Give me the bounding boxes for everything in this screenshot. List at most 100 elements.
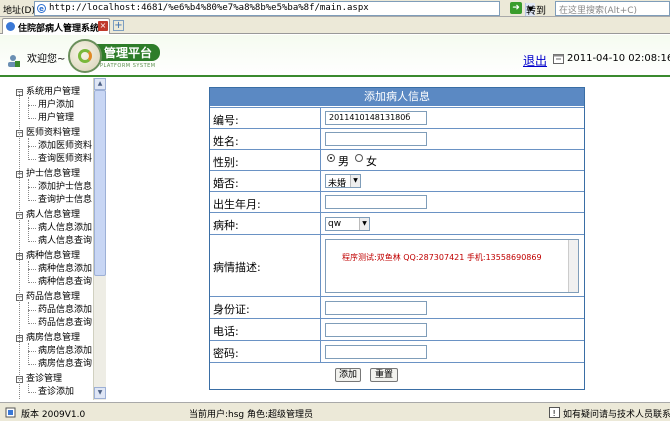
gender-male-radio[interactable]	[327, 154, 335, 162]
close-tab-icon[interactable]: ×	[98, 21, 108, 31]
sidebar-item[interactable]: 病种信息添加	[0, 263, 93, 276]
married-select[interactable]: 未婚 ▼	[325, 174, 361, 189]
app-header: 欢迎您~ 管理平台 PLATFORM SYSTEM 退出 2011-04-10 …	[0, 35, 670, 77]
nav-tree: − 系统用户管理 用户添加 用户管理 − 医师资料管理 添加医师资料查询医师资料 − 护士信息管…	[0, 78, 93, 400]
sidebar-item-label: 药品信息添加	[38, 305, 93, 315]
phone-label: 电话:	[213, 325, 239, 338]
tree-connector	[28, 343, 29, 365]
row-disease: 病种: qw ▼	[210, 212, 584, 234]
tab-strip: 住院部病人管理系统 × +	[0, 17, 670, 34]
row-married: 婚否: 未婚 ▼	[210, 170, 584, 191]
sidebar-item-label: 病人信息添加	[38, 223, 93, 233]
sidebar-item[interactable]: 用户管理	[0, 112, 93, 125]
row-name: 姓名:	[210, 128, 584, 149]
phone-field[interactable]	[325, 323, 427, 337]
sidebar-scrollbar[interactable]: ▲ ▼	[93, 78, 106, 400]
help-info-icon: !	[549, 407, 560, 418]
tab-title: 住院部病人管理系统	[18, 24, 100, 34]
sidebar-item[interactable]: 添加护士信息	[0, 181, 93, 194]
logo-subtitle: PLATFORM SYSTEM	[100, 63, 156, 69]
sidebar-group-label: 病人信息管理	[26, 210, 81, 220]
logout-link[interactable]: 退出	[523, 52, 547, 69]
idcard-field[interactable]	[325, 301, 427, 315]
tree-connector	[28, 220, 29, 242]
idcard-cell	[320, 297, 584, 318]
logo-ring	[78, 49, 92, 63]
address-bar: 地址(D) e http://localhost:4681/%e6%b4%80%…	[0, 0, 670, 17]
chevron-down-icon: ▼	[350, 175, 360, 187]
sidebar-item[interactable]: 病人信息查询	[0, 235, 93, 248]
tree-connector	[28, 302, 29, 324]
sidebar-item[interactable]: 病人信息添加	[0, 222, 93, 235]
sidebar-item[interactable]: 病房信息添加	[0, 345, 93, 358]
name-field[interactable]	[325, 132, 427, 146]
new-tab-icon[interactable]: +	[113, 20, 124, 31]
browser-search-input[interactable]: 在这里搜索(Alt+C)	[555, 1, 670, 16]
user-icon	[8, 55, 20, 67]
chevron-down-icon: ▼	[359, 218, 369, 230]
url-field[interactable]: e http://localhost:4681/%e6%b4%80%e7%a8%…	[34, 1, 535, 16]
tree-connector	[28, 97, 29, 119]
go-button[interactable]: ➜ 转到	[510, 1, 552, 17]
go-arrow-icon: ➜	[510, 2, 522, 14]
tab-main[interactable]: 住院部病人管理系统 ×	[2, 18, 110, 34]
scroll-up-icon[interactable]: ▲	[94, 78, 106, 90]
sidebar-group-label: 病种信息管理	[26, 251, 81, 261]
current-user-text: 当前用户:hsg 角色:超级管理员	[189, 410, 314, 420]
sidebar-item-label: 添加医师资料	[38, 141, 93, 151]
sidebar: − 系统用户管理 用户添加 用户管理 − 医师资料管理 添加医师资料查询医师资料 − 护士信息管…	[0, 78, 106, 400]
description-value: 程序测试:双鱼林 QQ:287307421 手机:13558690869	[342, 253, 542, 262]
disease-value: qw	[328, 219, 342, 229]
sidebar-group-label: 系统用户管理	[26, 87, 81, 97]
married-label: 婚否:	[213, 177, 239, 190]
page-status-icon	[5, 407, 16, 418]
current-datetime: 2011-04-10 02:08:16 PM	[567, 53, 670, 64]
scroll-down-icon[interactable]: ▼	[94, 387, 106, 399]
id-field[interactable]: 201141014813180б	[325, 111, 427, 125]
reset-button[interactable]: 重置	[370, 368, 398, 382]
textarea-scrollbar[interactable]	[568, 240, 578, 292]
sidebar-group[interactable]: − 病房信息管理	[0, 332, 93, 345]
birth-field[interactable]	[325, 195, 427, 209]
row-buttons: 添加 重置	[210, 362, 584, 390]
row-password: 密码:	[210, 340, 584, 362]
sidebar-item-label: 病种信息查询	[38, 277, 93, 287]
sidebar-item[interactable]: 病房信息查询	[0, 358, 93, 371]
sidebar-item-label: 查询护士信息	[38, 195, 93, 205]
sidebar-item[interactable]: 添加医师资料	[0, 140, 93, 153]
clock-icon	[553, 54, 564, 64]
scroll-thumb[interactable]	[94, 90, 106, 276]
sidebar-group[interactable]: − 药品信息管理	[0, 291, 93, 304]
description-textarea[interactable]: 程序测试:双鱼林 QQ:287307421 手机:13558690869	[325, 239, 579, 293]
sidebar-item[interactable]: 查诊添加	[0, 386, 93, 399]
gender-cell: 男 女	[320, 150, 584, 170]
sidebar-item-label: 病房信息添加	[38, 346, 93, 356]
password-field[interactable]	[325, 345, 427, 359]
sidebar-group[interactable]: − 病种信息管理	[0, 250, 93, 263]
sidebar-item[interactable]: 药品信息添加	[0, 304, 93, 317]
sidebar-item[interactable]: 查询护士信息	[0, 194, 93, 207]
birth-cell	[320, 192, 584, 212]
url-text[interactable]: http://localhost:4681/%e6%b4%80%e7%a8%8b…	[49, 3, 369, 13]
disease-select[interactable]: qw ▼	[325, 217, 370, 231]
sidebar-item[interactable]: 查询医师资料	[0, 153, 93, 166]
sidebar-item[interactable]: 药品信息查询	[0, 317, 93, 330]
sidebar-group-label: 药品信息管理	[26, 292, 81, 302]
sidebar-item[interactable]: 用户添加	[0, 99, 93, 112]
add-button[interactable]: 添加	[335, 368, 361, 382]
gender-female-radio[interactable]	[355, 154, 363, 162]
id-cell: 201141014813180б	[320, 108, 584, 128]
sidebar-item[interactable]: 病种信息查询	[0, 276, 93, 289]
sidebar-item-label: 用户管理	[38, 113, 75, 123]
sidebar-group[interactable]: − 护士信息管理	[0, 168, 93, 181]
svg-text:!: !	[553, 409, 556, 418]
sidebar-group[interactable]: − 医师资料管理	[0, 127, 93, 140]
row-birth: 出生年月:	[210, 191, 584, 212]
row-description: 病情描述: 程序测试:双鱼林 QQ:287307421 手机:135586908…	[210, 234, 584, 296]
sidebar-group[interactable]: − 系统用户管理	[0, 86, 93, 99]
idcard-label: 身份证:	[213, 303, 250, 316]
sidebar-group[interactable]: − 病人信息管理	[0, 209, 93, 222]
sidebar-group[interactable]: − 查诊管理	[0, 373, 93, 386]
tree-connector	[28, 138, 29, 160]
version-text: 版本 2009V1.0	[21, 410, 86, 420]
